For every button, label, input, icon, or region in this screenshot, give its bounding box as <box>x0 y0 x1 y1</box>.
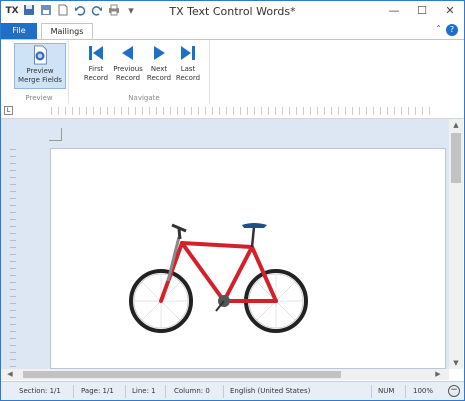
ribbon: Preview Merge Fields Preview First Recor… <box>1 39 464 105</box>
horizontal-scrollbar[interactable]: ◀ ▶ <box>1 369 449 380</box>
scroll-right-icon[interactable]: ▶ <box>433 370 443 378</box>
vertical-scroll-thumb[interactable] <box>451 133 461 183</box>
status-bar: Section: 1/1 Page: 1/1 Line: 1 Column: 0… <box>1 381 464 400</box>
zoom-out-icon[interactable]: − <box>448 385 460 397</box>
status-divider <box>165 385 166 398</box>
first-record-icon <box>89 46 103 60</box>
vertical-ruler[interactable] <box>1 119 23 369</box>
status-divider <box>125 385 126 398</box>
status-num-lock: NUM <box>378 387 395 395</box>
title-bar: TX ▾ TX Text Control Words* — ☐ ✕ <box>1 1 464 23</box>
first-record-label: First Record <box>83 65 109 82</box>
first-record-button[interactable]: First Record <box>81 43 111 83</box>
document-page[interactable] <box>50 148 446 369</box>
scroll-left-icon[interactable]: ◀ <box>5 370 15 378</box>
tab-stop-selector[interactable]: L <box>4 106 13 115</box>
status-column: Column: 0 <box>174 387 210 395</box>
minimize-button[interactable]: — <box>380 1 408 21</box>
status-divider <box>405 385 406 398</box>
navigate-group-label: Navigate <box>128 94 160 102</box>
status-section: Section: 1/1 <box>19 387 61 395</box>
preview-merge-fields-icon <box>34 45 47 65</box>
margin-marker <box>49 128 62 141</box>
next-record-label: Next Record <box>146 65 172 82</box>
preview-group: Preview Merge Fields Preview <box>10 40 69 104</box>
document-area[interactable] <box>1 119 449 369</box>
status-line: Line: 1 <box>132 387 156 395</box>
tab-file[interactable]: File <box>1 23 37 39</box>
next-record-icon <box>154 46 165 60</box>
status-divider <box>223 385 224 398</box>
preview-group-label: Preview <box>25 94 53 102</box>
preview-merge-fields-button[interactable]: Preview Merge Fields <box>14 43 66 89</box>
status-page: Page: 1/1 <box>81 387 114 395</box>
navigate-group: First Record Previous Record Next Record… <box>79 40 210 104</box>
last-record-button[interactable]: Last Record <box>173 43 203 83</box>
previous-record-button[interactable]: Previous Record <box>111 43 145 83</box>
collapse-ribbon-icon[interactable]: ⌃ <box>435 24 442 33</box>
maximize-button[interactable]: ☐ <box>408 1 436 21</box>
scroll-up-icon[interactable]: ▲ <box>449 121 463 129</box>
ribbon-tabs: File Mailings ⌃ ? <box>1 23 464 39</box>
preview-merge-fields-label: Preview Merge Fields <box>18 67 62 84</box>
horizontal-scroll-thumb[interactable] <box>23 371 341 378</box>
ruler-scale <box>51 107 436 115</box>
scroll-down-icon[interactable]: ▼ <box>449 359 463 367</box>
previous-record-icon <box>122 46 133 60</box>
last-record-label: Last Record <box>175 65 201 82</box>
window-controls: — ☐ ✕ <box>380 1 464 21</box>
status-divider <box>73 385 74 398</box>
vertical-ruler-scale <box>10 149 16 369</box>
previous-record-label: Previous Record <box>113 65 143 82</box>
status-divider <box>371 385 372 398</box>
status-language[interactable]: English (United States) <box>230 387 310 395</box>
horizontal-ruler[interactable]: L <box>1 104 464 119</box>
next-record-button[interactable]: Next Record <box>145 43 173 83</box>
tab-mailings[interactable]: Mailings <box>41 23 93 39</box>
application-window: TX ▾ TX Text Control Words* — ☐ ✕ File M… <box>0 0 465 401</box>
status-zoom[interactable]: 100% <box>413 387 433 395</box>
help-icon[interactable]: ? <box>446 24 458 36</box>
bicycle-image[interactable] <box>124 219 324 339</box>
vertical-scrollbar[interactable]: ▲ ▼ <box>449 119 463 369</box>
last-record-icon <box>181 46 195 60</box>
close-button[interactable]: ✕ <box>436 1 464 21</box>
